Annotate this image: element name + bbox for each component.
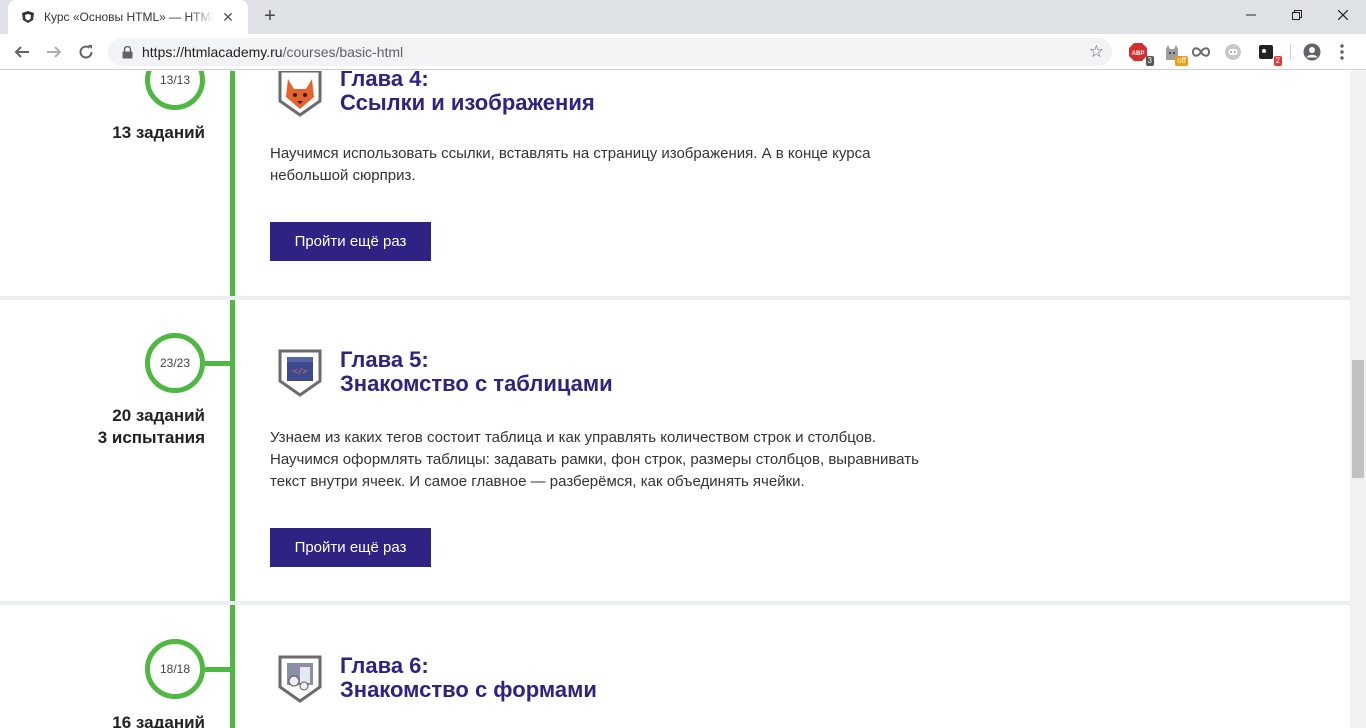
chapter-description: Узнаем из каких тегов состоит таблица и … [270,427,990,493]
url-path: /courses/basic-html [282,44,404,60]
tasks-count: 13 заданий [112,123,205,142]
back-arrow-icon[interactable] [8,38,36,66]
retry-chapter-button[interactable]: Пройти ещё раз [270,222,431,261]
dark-extension-badge: 2 [1273,56,1282,66]
chapter-name: Знакомство с формами [340,677,597,702]
browser-tab[interactable]: Курс «Основы HTML» — HTML Академия ✕ [8,0,248,34]
svg-text:ABP: ABP [1132,51,1145,57]
abp-icon[interactable]: ABP 3 [1128,42,1154,66]
discord-icon[interactable] [1223,42,1243,62]
progress-label: 23/23 [159,356,191,370]
progress-circle: 18/18 [145,639,205,699]
description-line: текст внутри ячеек. И самое главное — ра… [270,473,805,490]
svg-text:</>: </> [293,368,308,377]
new-tab-button[interactable]: + [258,5,282,29]
progress-label: 13/13 [159,73,191,87]
forms-badge-icon [276,653,324,705]
chapter-divider [0,296,1350,300]
fox-badge-icon [276,71,324,119]
chapter-stats: 13 заданий [0,122,205,144]
chapter-number: Глава 4: [340,71,429,91]
progress-circle: 23/23 [145,333,205,393]
page-scrollbar[interactable] [1350,71,1366,728]
htmlacademy-favicon-icon [20,9,36,25]
tasks-count: 20 заданий [112,406,205,425]
restore-button[interactable] [1274,0,1320,30]
chapter-description: Научимся использовать ссылки, вставлять … [270,143,990,187]
abp-badge: 3 [1145,56,1154,66]
chapter-divider [0,601,1350,605]
lock-icon[interactable] [120,45,134,59]
progress-circle: 13/13 [145,71,205,110]
page-content: 13/13 13 заданий Глава 4: Ссылки и изобр… [0,71,1350,728]
minimize-button[interactable] [1228,0,1274,30]
cat-extension-icon[interactable]: off [1162,42,1188,66]
url-host: https://htmlacademy.ru [142,44,283,60]
infinity-icon[interactable] [1191,42,1211,62]
reload-icon[interactable] [72,38,100,66]
address-bar[interactable]: https://htmlacademy.ru/courses/basic-htm… [108,38,1112,66]
chapter-number: Глава 5: [340,347,429,372]
description-line: небольшой сюрприз. [270,167,416,184]
timeline-line [230,71,235,728]
cat-extension-badge: off [1175,56,1188,66]
chapter-title: Глава 6: Знакомство с формами [340,654,597,702]
description-line: Научимся оформлять таблицы: задавать рам… [270,451,919,468]
timeline-connector [205,361,232,366]
code-table-badge-icon: </> [276,347,324,399]
chapter-number: Глава 6: [340,653,429,678]
toolbar-separator [1290,44,1291,60]
chapter-stats: 16 заданий [0,712,205,728]
scrollbar-thumb[interactable] [1352,360,1364,478]
chapter-title: Глава 4: Ссылки и изображения [340,71,595,115]
retry-chapter-button[interactable]: Пройти ещё раз [270,528,431,567]
profile-avatar-icon[interactable] [1302,42,1322,62]
chapter-stats: 20 заданий 3 испытания [0,405,205,449]
tab-strip: Курс «Основы HTML» — HTML Академия ✕ + [0,0,1366,34]
tasks-count: 16 заданий [112,713,205,728]
description-line: Узнаем из каких тегов состоит таблица и … [270,429,877,446]
chapter-name: Ссылки и изображения [340,90,595,115]
bookmark-star-icon[interactable]: ☆ [1089,43,1104,61]
browser-toolbar: https://htmlacademy.ru/courses/basic-htm… [0,34,1366,70]
progress-label: 18/18 [159,662,191,676]
challenges-count: 3 испытания [97,428,205,447]
close-tab-icon[interactable]: ✕ [220,9,236,25]
timeline-connector [205,667,232,672]
chapter-title: Глава 5: Знакомство с таблицами [340,348,613,396]
description-line: Научимся использовать ссылки, вставлять … [270,145,871,162]
close-window-button[interactable] [1320,0,1366,30]
tab-title: Курс «Основы HTML» — HTML Академия [44,10,214,24]
chapter-name: Знакомство с таблицами [340,371,613,396]
forward-arrow-icon[interactable] [40,38,68,66]
dark-extension-icon[interactable]: 2 [1256,42,1282,66]
menu-dots-icon[interactable] [1332,42,1352,62]
